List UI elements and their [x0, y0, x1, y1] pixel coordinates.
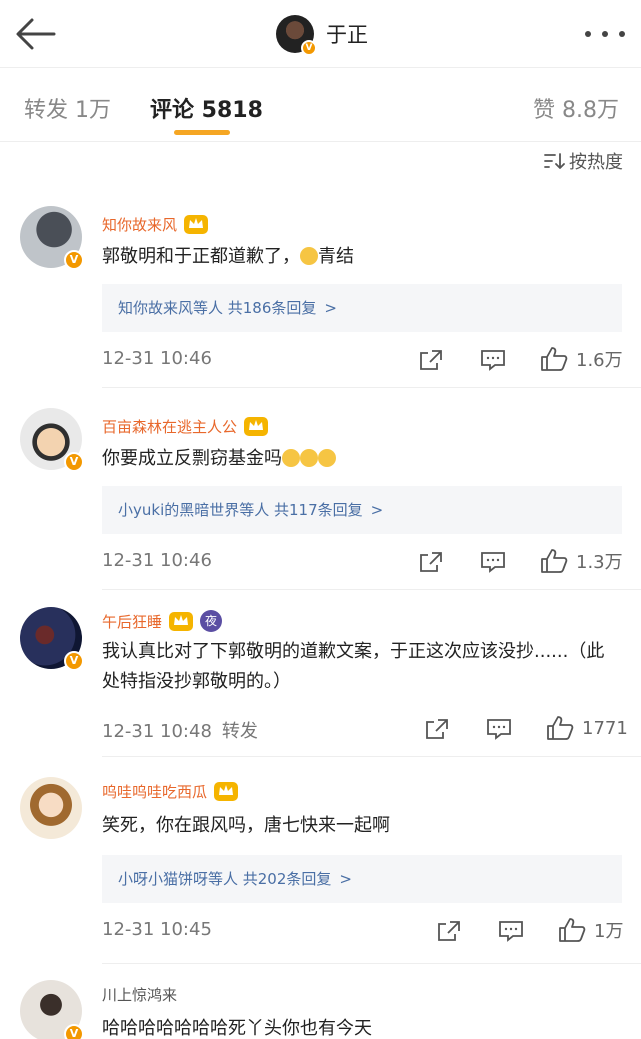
sort-label: 按热度 — [569, 152, 623, 173]
comment-text: 郭敬明和于正都道歉了， 青结 — [102, 246, 354, 267]
like-count: 1771 — [582, 717, 628, 739]
chevron-right-icon: > — [339, 870, 352, 888]
page-title: 于正 — [326, 23, 368, 47]
sort-icon — [544, 153, 565, 169]
share-icon[interactable] — [418, 550, 444, 574]
divider — [102, 756, 641, 757]
member-crown-icon — [184, 215, 209, 234]
verified-badge-icon: V — [64, 1024, 84, 1039]
reply-summary-link[interactable]: 知你故来风等人 共186条回复 > — [102, 284, 622, 332]
like-button[interactable]: 1.6万 — [540, 346, 623, 372]
comment-time: 12-31 10:48 转发 — [102, 721, 258, 742]
member-crown-icon — [169, 612, 194, 631]
top-bar: V 于正 — [0, 0, 641, 68]
comment-text: 你要成立反剽窃基金吗 — [102, 444, 622, 474]
divider — [102, 387, 641, 388]
comment-icon[interactable] — [480, 550, 506, 574]
comment-username[interactable]: 午后狂睡 夜 — [102, 609, 223, 633]
tab-comments[interactable]: 评论 5818 — [150, 92, 263, 124]
emoji-icon — [282, 449, 300, 467]
comment-icon[interactable] — [480, 348, 506, 372]
chevron-right-icon: > — [370, 501, 384, 519]
emoji-icon — [300, 449, 318, 467]
like-button[interactable]: 1771 — [546, 715, 628, 741]
author-avatar[interactable]: V — [276, 15, 317, 56]
chevron-right-icon: > — [324, 299, 337, 317]
sort-button[interactable]: 按热度 — [543, 148, 623, 174]
comment-text: 我认真比对了下郭敬明的道歉文案，于正这次应该没抄......（此处特指没抄郭敬明… — [102, 641, 605, 692]
like-count: 1.3万 — [576, 552, 623, 573]
comment-time: 12-31 10:45 — [102, 919, 212, 940]
verified-badge-icon: V — [64, 250, 84, 270]
verified-badge-icon: V — [301, 40, 317, 56]
verified-badge-icon: V — [64, 651, 84, 671]
reply-summary-link[interactable]: 小呀小猫饼呀等人 共202条回复 > — [102, 855, 622, 903]
comment-username[interactable]: 川上惊鸿来 — [102, 984, 177, 1005]
comment-icon[interactable] — [486, 717, 512, 741]
like-button[interactable]: 1.3万 — [540, 548, 623, 574]
comment-time: 12-31 10:46 — [102, 550, 212, 571]
like-count: 1万 — [594, 921, 624, 942]
share-icon[interactable] — [424, 717, 450, 741]
like-count: 1.6万 — [576, 350, 623, 371]
share-icon[interactable] — [436, 919, 462, 943]
tab-likes[interactable]: 赞 8.8万 — [533, 92, 619, 124]
username-text: 知你故来风 — [102, 215, 178, 234]
comment-username[interactable]: 百亩森林在逃主人公 — [102, 414, 269, 438]
avatar[interactable]: V — [20, 980, 84, 1039]
back-arrow-icon[interactable] — [14, 14, 58, 54]
username-text: 呜哇呜哇吃西瓜 — [102, 782, 208, 801]
post-author[interactable]: V 于正 — [276, 14, 368, 56]
like-button[interactable]: 1万 — [558, 917, 623, 943]
repost-link[interactable]: 转发 — [222, 721, 258, 742]
comment-text: 笑死，你在跟风吗，唐七快来一起啊 — [102, 815, 390, 836]
night-badge-icon: 夜 — [200, 610, 223, 632]
thumbs-up-icon — [541, 347, 568, 371]
avatar[interactable] — [20, 777, 82, 839]
tab-repost[interactable]: 转发 1万 — [24, 92, 111, 124]
share-icon[interactable] — [418, 348, 444, 372]
comment-text: 哈哈哈哈哈哈哈死丫头你也有今天 — [102, 1018, 372, 1039]
comment-time: 12-31 10:46 — [102, 348, 212, 369]
username-text: 百亩森林在逃主人公 — [102, 417, 238, 436]
emoji-icon — [300, 247, 318, 265]
active-tab-indicator — [174, 130, 230, 135]
username-text: 午后狂睡 — [102, 612, 163, 631]
more-dots-icon[interactable] — [585, 28, 625, 40]
divider — [102, 589, 641, 590]
member-crown-icon — [244, 417, 269, 436]
comment-username[interactable]: 知你故来风 — [102, 212, 209, 236]
thumbs-up-icon — [559, 918, 586, 942]
member-crown-icon — [214, 782, 239, 801]
thumbs-up-icon — [547, 716, 574, 740]
tab-bar: 转发 1万 评论 5818 赞 8.8万 — [0, 68, 641, 142]
avatar[interactable]: V — [20, 206, 84, 270]
comment-icon[interactable] — [498, 919, 524, 943]
avatar[interactable]: V — [20, 607, 84, 671]
avatar[interactable]: V — [20, 408, 84, 472]
verified-badge-icon: V — [64, 452, 84, 472]
thumbs-up-icon — [541, 549, 568, 573]
emoji-icon — [318, 449, 336, 467]
reply-summary-link[interactable]: 小yuki的黑暗世界等人 共117条回复 > — [102, 486, 622, 534]
comment-username[interactable]: 呜哇呜哇吃西瓜 — [102, 779, 239, 803]
divider — [102, 963, 641, 964]
